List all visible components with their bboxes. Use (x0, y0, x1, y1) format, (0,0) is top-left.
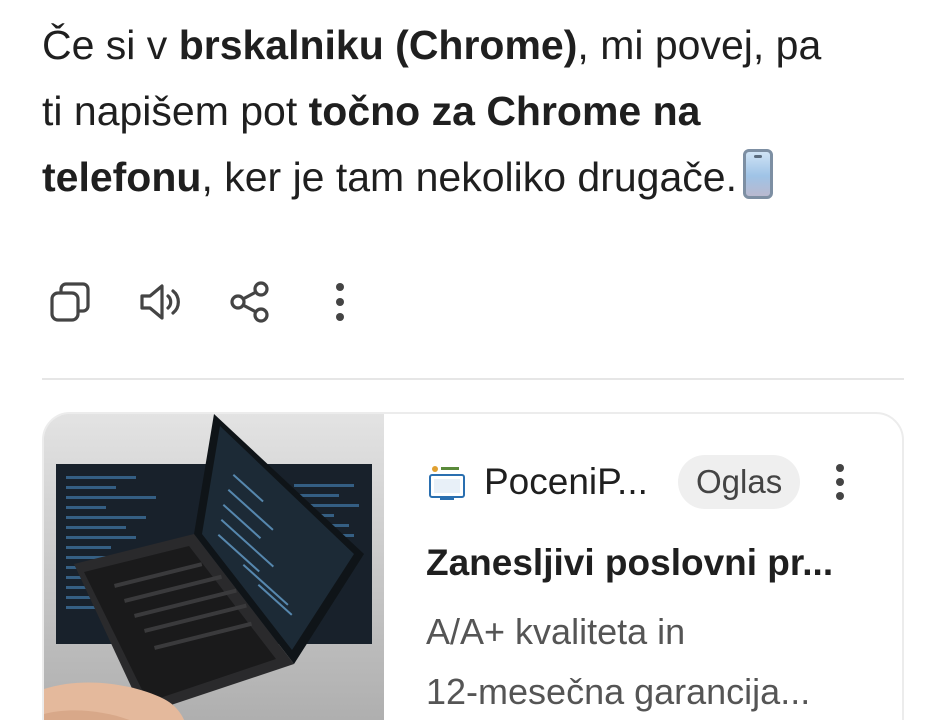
message-text: Če si v (42, 22, 179, 68)
more-vertical-icon (336, 283, 344, 321)
advertiser-name[interactable]: PoceniP... (484, 461, 660, 503)
message-bold-text: točno za Chrome na (308, 88, 701, 134)
message-text: ti napišem pot (42, 88, 309, 134)
ad-title[interactable]: Zanesljivi poslovni pr... (426, 530, 876, 596)
laptop-illustration (44, 414, 384, 720)
message-line-3: telefonu, ker je tam nekoliko drugače. (42, 144, 922, 210)
brand-logo-icon (429, 466, 465, 500)
divider (42, 378, 904, 380)
ad-label-badge: Oglas (678, 455, 801, 509)
ad-description-line: 12-mesečna garancija... (426, 671, 811, 712)
ad-card[interactable]: PoceniP... Oglas Zanesljivi poslovni pr.… (42, 412, 904, 720)
message-text: , ker je tam nekoliko drugače. (201, 154, 737, 200)
ad-description: A/A+ kvaliteta in 12-mesečna garancija..… (426, 602, 876, 720)
assistant-message: Če si v brskalniku (Chrome), mi povej, p… (42, 12, 922, 210)
laptop-photo[interactable] (44, 414, 384, 720)
copy-button[interactable] (42, 274, 98, 330)
message-text: , mi povej, pa (577, 22, 822, 68)
more-vertical-icon (836, 464, 845, 500)
ad-description-line: A/A+ kvaliteta in (426, 611, 686, 652)
share-icon (230, 281, 269, 323)
mobile-phone-icon (742, 149, 773, 199)
copy-icon (50, 282, 90, 322)
more-options-button[interactable] (312, 274, 368, 330)
message-bold-text: brskalniku (Chrome) (178, 22, 578, 68)
ad-content[interactable]: PoceniP... Oglas Zanesljivi poslovni pr.… (426, 450, 876, 720)
share-button[interactable] (222, 274, 278, 330)
ad-header: PoceniP... Oglas (426, 450, 876, 514)
message-line-1: Če si v brskalniku (Chrome), mi povej, p… (42, 12, 922, 78)
ad-menu-button[interactable] (820, 455, 860, 509)
message-actions (42, 274, 402, 330)
message-line-2: ti napišem pot točno za Chrome na (42, 78, 922, 144)
speaker-icon (140, 284, 180, 320)
read-aloud-button[interactable] (132, 274, 188, 330)
message-bold-text: telefonu (42, 154, 202, 200)
